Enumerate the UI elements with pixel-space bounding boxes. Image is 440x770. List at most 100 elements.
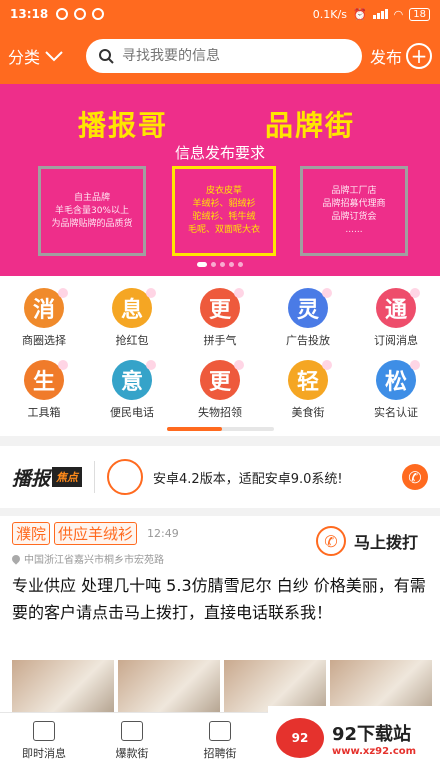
- grid-item-red-packet[interactable]: 息抢红包: [88, 288, 176, 348]
- grid-item-business-area[interactable]: 消商圈选择: [0, 288, 88, 348]
- phone-icon[interactable]: ✆: [402, 464, 428, 490]
- notification-icon: [92, 8, 105, 20]
- post-body: 专业供应 处理几十吨 5.3仿腈雪尼尔 白纱 价格美丽，有需要的客户请点击马上拨…: [12, 576, 426, 622]
- publish-button[interactable]: 发布 +: [370, 43, 432, 69]
- banner-box-line: 皮衣皮草: [205, 186, 242, 196]
- grid-label: 美食街: [291, 406, 325, 419]
- geng-badge-icon: 更: [200, 360, 244, 400]
- post-time: 12:49: [147, 527, 179, 540]
- location-text: 中国浙江省嘉兴市桐乡市宏苑路: [24, 555, 164, 566]
- nav-instant-messages[interactable]: 即时消息: [0, 713, 88, 770]
- notification-icon: [56, 8, 69, 20]
- post-photo[interactable]: [330, 660, 432, 712]
- category-button[interactable]: 分类: [8, 44, 86, 68]
- grid-label: 订阅消息: [374, 334, 418, 347]
- promo-banner[interactable]: 播报哥 品牌街 信息发布要求 自主品牌 羊毛含量30%以上 为品牌贴牌的品质货 …: [0, 84, 440, 276]
- nav-label: 爆款街: [115, 747, 149, 760]
- banner-subtitle: 信息发布要求: [174, 144, 265, 162]
- ling-badge-icon: 灵: [288, 288, 332, 328]
- category-label: 分类: [8, 48, 41, 67]
- banner-box-factory: 品牌工厂店 品牌招募代理商 品牌订货会 ......: [300, 166, 408, 256]
- divider: [94, 461, 96, 493]
- grid-item-phone[interactable]: 意便民电话: [88, 360, 176, 420]
- post-photo[interactable]: [224, 660, 326, 712]
- banner-box-line: 自主品牌: [73, 192, 110, 203]
- phone-icon: ✆: [315, 526, 346, 556]
- status-time: 13:18: [10, 7, 49, 21]
- qing-badge-icon: 轻: [288, 360, 332, 400]
- search-bar[interactable]: [86, 39, 362, 73]
- post-photo[interactable]: [118, 660, 220, 712]
- post-card[interactable]: 濮院 供应羊绒衫 12:49 ✆ 马上拨打 中国浙江省嘉兴市桐乡市宏苑路 专业供…: [0, 516, 440, 712]
- watermark-title: 92下载站: [332, 723, 412, 745]
- message-list-icon: [33, 721, 55, 741]
- banner-box-line: 品牌工厂店: [331, 186, 377, 196]
- xi-badge-icon: 息: [112, 288, 156, 328]
- watermark: 92 92下载站 www.xz92.com: [268, 706, 440, 770]
- nav-jobs-street[interactable]: 招聘街: [176, 713, 264, 770]
- banner-box-line: 为品牌贴牌的品质货: [51, 218, 133, 229]
- nav-label: 即时消息: [22, 747, 66, 760]
- news-logo: 播报 焦点: [12, 464, 83, 491]
- grid-item-ads[interactable]: 灵广告投放: [264, 288, 352, 348]
- grid-label: 商圈选择: [22, 334, 66, 347]
- banner-box-line: 品牌订货会: [331, 212, 377, 222]
- banner-pager-dots: [0, 262, 440, 267]
- news-logo-tag: 焦点: [52, 467, 83, 487]
- search-icon: [99, 49, 114, 64]
- grid-label: 工具箱: [27, 406, 61, 419]
- wifi-icon: ◠: [393, 7, 404, 21]
- nav-label: 招聘街: [203, 747, 237, 760]
- chevron-down-icon: [45, 51, 63, 62]
- yi-badge-icon: 意: [112, 360, 156, 400]
- post-photo[interactable]: [12, 660, 114, 712]
- post-tag[interactable]: 濮院: [12, 522, 51, 545]
- news-text: 安卓4.2版本，适配安卓9.0系统!: [153, 471, 343, 487]
- call-now-button[interactable]: ✆ 马上拨打: [315, 526, 418, 556]
- grid-item-food[interactable]: 轻美食街: [264, 360, 352, 420]
- signal-icon: [372, 9, 388, 19]
- tong-badge-icon: 通: [376, 288, 420, 328]
- grid-label: 拼手气: [203, 334, 237, 347]
- publish-label: 发布: [369, 48, 402, 67]
- head-icon: [107, 459, 144, 495]
- grid-page-indicator: [167, 427, 274, 431]
- plus-icon: +: [406, 43, 432, 69]
- grid-label: 失物招领: [198, 406, 242, 419]
- banner-box-line: ......: [345, 225, 363, 235]
- banner-box-line: 毛呢、双面呢大衣: [187, 225, 260, 235]
- news-strip[interactable]: 播报 焦点 安卓4.2版本，适配安卓9.0系统! ✆: [0, 446, 440, 508]
- banner-box-line: 羊毛含量30%以上: [54, 205, 129, 216]
- grid-label: 广告投放: [286, 334, 330, 347]
- watermark-logo: 92: [276, 718, 324, 758]
- xiao-badge-icon: 消: [24, 288, 68, 328]
- call-now-label: 马上拨打: [353, 533, 418, 552]
- function-grid: 消商圈选择 息抢红包 更拼手气 灵广告投放 通订阅消息 生工具箱 意便民电话 更…: [0, 276, 440, 436]
- battery-icon: 18: [409, 7, 430, 21]
- notification-icon: [74, 8, 87, 20]
- grid-item-toolbox[interactable]: 生工具箱: [0, 360, 88, 420]
- briefcase-icon: [209, 721, 231, 741]
- nav-hot-street[interactable]: 爆款街: [88, 713, 176, 770]
- news-logo-text: 播报: [12, 467, 51, 490]
- banner-box-line: 品牌招募代理商: [322, 199, 386, 209]
- search-input[interactable]: [122, 48, 342, 64]
- watermark-url: www.xz92.com: [332, 745, 417, 757]
- grid-item-lost-found[interactable]: 更失物招领: [176, 360, 264, 420]
- grid-label: 抢红包: [115, 334, 149, 347]
- song-badge-icon: 松: [376, 360, 420, 400]
- grid-item-verify[interactable]: 松实名认证: [352, 360, 440, 420]
- grid-item-subscribe[interactable]: 通订阅消息: [352, 288, 440, 348]
- status-bar: 13:18 0.1K/s ⏰ ◠ 18: [0, 0, 440, 28]
- geng-badge-icon: 更: [200, 288, 244, 328]
- banner-title-left: 播报哥: [78, 109, 169, 142]
- banner-title-right: 品牌街: [265, 109, 356, 142]
- shirt-icon: [121, 721, 143, 741]
- post-photos: [12, 660, 432, 712]
- top-header: 分类 发布 +: [0, 28, 440, 84]
- grid-item-luck[interactable]: 更拼手气: [176, 288, 264, 348]
- post-tag[interactable]: 供应羊绒衫: [54, 522, 138, 545]
- location-pin-icon: [10, 552, 22, 565]
- banner-box-products: 皮衣皮草 羊绒衫、貂绒衫 驼绒衫、牦牛绒 毛呢、双面呢大衣: [172, 166, 276, 256]
- alarm-icon: ⏰: [352, 7, 367, 21]
